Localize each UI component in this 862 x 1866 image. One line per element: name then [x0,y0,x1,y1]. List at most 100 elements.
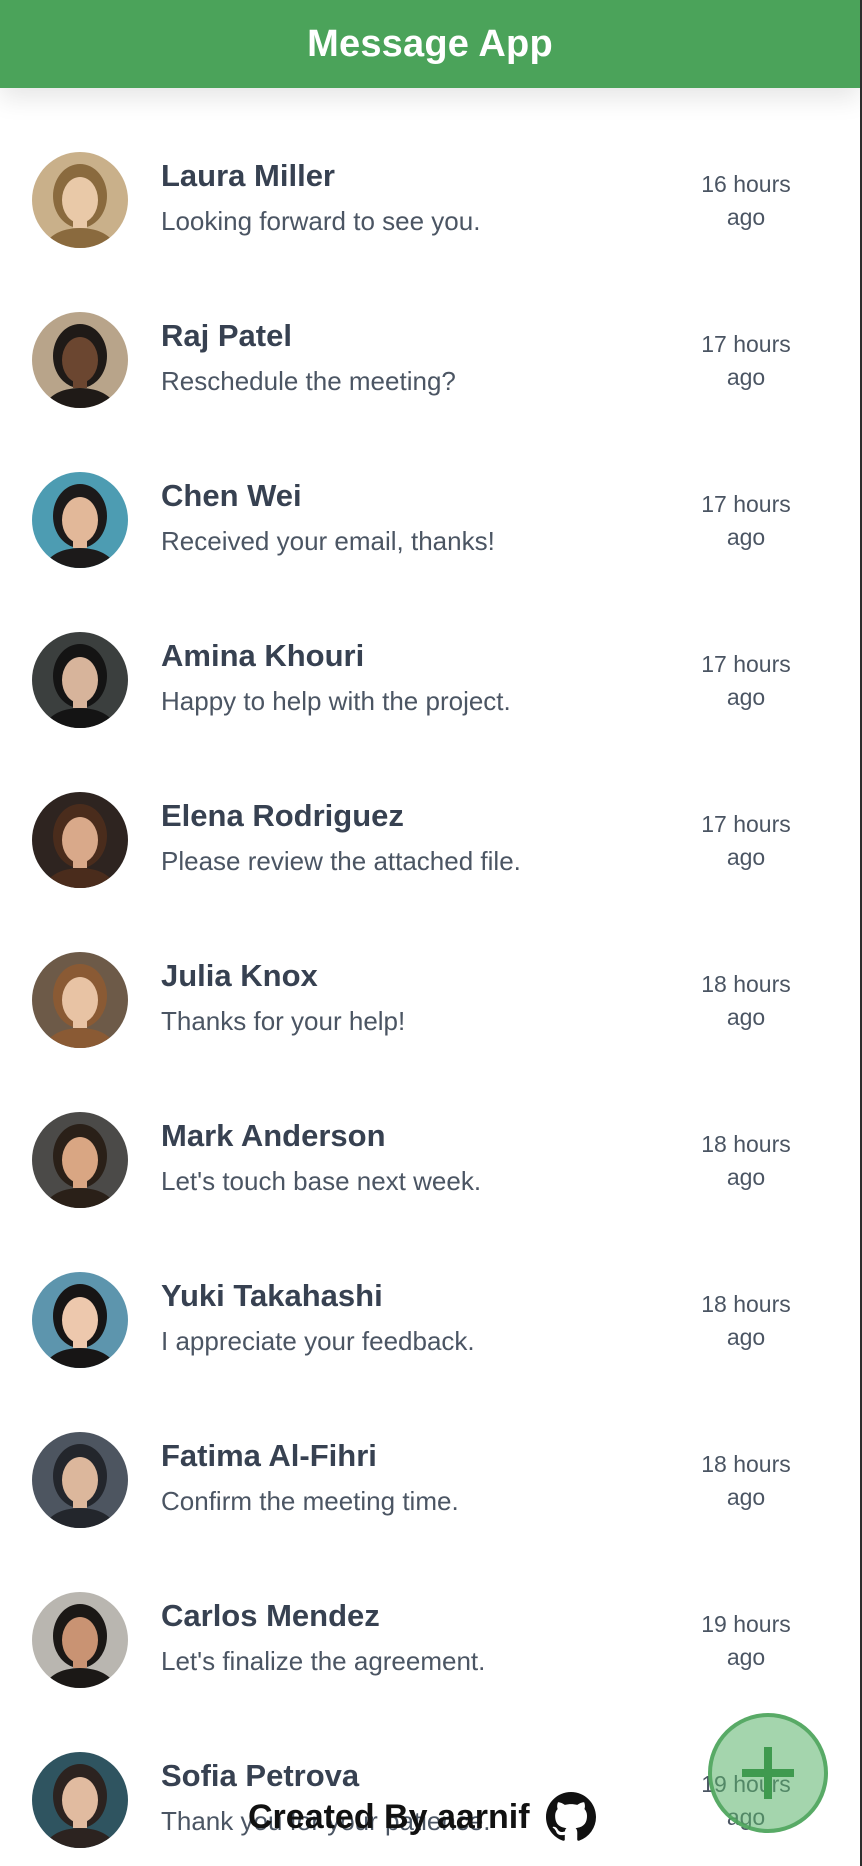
avatar [32,632,128,728]
timestamp-value: 17 hours [701,491,791,517]
timestamp-value: 18 hours [701,1131,791,1157]
message-preview: Thanks for your help! [161,1006,406,1036]
avatar [32,792,128,888]
message-timestamp: 16 hours ago [676,168,816,234]
message-preview: Happy to help with the project. [161,686,511,716]
avatar-photo [32,632,128,728]
conversation-item[interactable]: Amina Khouri Happy to help with the proje… [0,568,860,728]
message-preview: I appreciate your feedback. [161,1326,475,1356]
avatar-photo [32,1752,128,1848]
contact-name: Julia Knox [161,958,318,993]
timestamp-value: 18 hours [701,1451,791,1477]
app-header: Message App [0,0,860,88]
conversation-item[interactable]: Julia Knox Thanks for your help! 18 hours a… [0,888,860,1048]
avatar-face [62,497,98,543]
message-preview: Looking forward to see you. [161,206,481,236]
timestamp-suffix: ago [726,364,766,390]
avatar [32,152,128,248]
timestamp-suffix: ago [726,1324,766,1350]
avatar-photo [32,1112,128,1208]
message-timestamp: 18 hours ago [676,1448,816,1514]
timestamp-value: 19 hours [701,1611,791,1637]
timestamp-suffix: ago [726,524,766,550]
contact-name: Raj Patel [161,318,292,353]
contact-name: Chen Wei [161,478,302,513]
message-preview: Confirm the meeting time. [161,1486,459,1516]
new-message-button[interactable] [708,1713,828,1833]
avatar [32,1112,128,1208]
footer-credit: Created By aarnif [248,1792,596,1842]
timestamp-suffix: ago [726,1004,766,1030]
avatar-face [62,1777,98,1823]
timestamp-suffix: ago [726,844,766,870]
timestamp-value: 18 hours [701,971,791,997]
timestamp-value: 17 hours [701,811,791,837]
conversation-item[interactable]: Yuki Takahashi I appreciate your feedback… [0,1208,860,1368]
avatar-photo [32,1432,128,1528]
avatar-face [62,1137,98,1183]
github-icon[interactable] [545,1792,596,1842]
timestamp-suffix: ago [726,1164,766,1190]
conversation-item[interactable]: Fatima Al-Fihri Confirm the meeting time.… [0,1368,860,1528]
timestamp-suffix: ago [726,1644,766,1670]
avatar-face [62,817,98,863]
avatar [32,1592,128,1688]
timestamp-suffix: ago [726,1484,766,1510]
avatar [32,312,128,408]
avatar [32,952,128,1048]
avatar-face [62,1297,98,1343]
avatar [32,1432,128,1528]
contact-name: Fatima Al-Fihri [161,1438,377,1473]
avatar-photo [32,792,128,888]
message-timestamp: 18 hours ago [676,968,816,1034]
message-timestamp: 17 hours ago [676,808,816,874]
avatar-face [62,977,98,1023]
avatar-photo [32,952,128,1048]
message-preview: Let's touch base next week. [161,1166,482,1196]
conversation-item[interactable]: Elena Rodriguez Please review the attache… [0,728,860,888]
avatar [32,1272,128,1368]
avatar-photo [32,312,128,408]
message-timestamp: 19 hours ago [676,1608,816,1674]
avatar-photo [32,152,128,248]
avatar-face [62,337,98,383]
conversation-item[interactable]: Laura Miller Looking forward to see you. 1… [0,88,860,248]
message-timestamp: 17 hours ago [676,328,816,394]
message-preview: Reschedule the meeting? [161,366,456,396]
credit-text: Created By aarnif [248,1797,530,1836]
message-preview: Please review the attached file. [161,846,521,876]
conversation-item[interactable]: Mark Anderson Let's touch base next week.… [0,1048,860,1208]
contact-name: Yuki Takahashi [161,1278,383,1313]
contact-name: Amina Khouri [161,638,365,673]
conversation-list: Laura Miller Looking forward to see you. 1… [0,88,860,1866]
contact-name: Mark Anderson [161,1118,386,1153]
timestamp-value: 16 hours [701,171,791,197]
timestamp-value: 17 hours [701,651,791,677]
plus-icon [742,1747,794,1799]
avatar-face [62,1617,98,1663]
conversation-item[interactable]: Chen Wei Received your email, thanks! 17 h… [0,408,860,568]
contact-name: Sofia Petrova [161,1758,360,1793]
contact-name: Laura Miller [161,158,335,193]
timestamp-value: 17 hours [701,331,791,357]
conversation-item[interactable]: Raj Patel Reschedule the meeting? 17 hours… [0,248,860,408]
message-preview: Let's finalize the agreement. [161,1646,486,1676]
timestamp-suffix: ago [726,204,766,230]
conversation-item[interactable]: Carlos Mendez Let's finalize the agreemen… [0,1528,860,1688]
contact-name: Carlos Mendez [161,1598,380,1633]
avatar-photo [32,1272,128,1368]
message-preview: Received your email, thanks! [161,526,495,556]
app-title: Message App [307,22,553,65]
avatar-photo [32,1592,128,1688]
avatar [32,1752,128,1848]
timestamp-suffix: ago [726,684,766,710]
message-timestamp: 18 hours ago [676,1128,816,1194]
avatar-face [62,177,98,223]
message-timestamp: 17 hours ago [676,648,816,714]
avatar [32,472,128,568]
message-timestamp: 17 hours ago [676,488,816,554]
avatar-photo [32,472,128,568]
message-app: Message App Laura Miller Looking forward … [0,0,862,1866]
avatar-face [62,657,98,703]
contact-name: Elena Rodriguez [161,798,404,833]
